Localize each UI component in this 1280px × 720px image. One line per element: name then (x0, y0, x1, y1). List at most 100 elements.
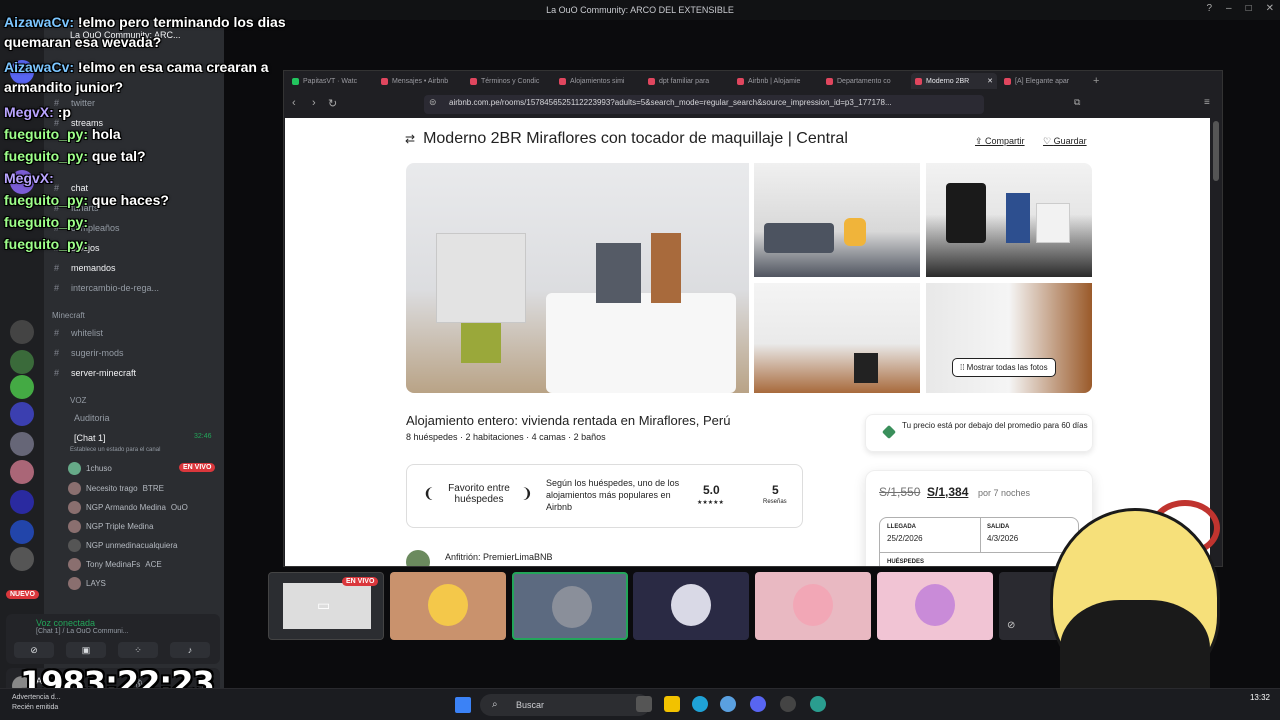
system-notification[interactable]: Advertencia d... Recién emitida (12, 693, 61, 713)
listing-subtitle: Alojamiento entero: vivienda rentada en … (406, 413, 731, 428)
server-icon[interactable] (10, 432, 34, 456)
voice-user[interactable]: LAYS (68, 577, 106, 590)
camera-off-icon[interactable]: ⊘ (14, 642, 54, 658)
checkin-value[interactable]: 25/2/2026 (887, 534, 923, 543)
url-bar: ‹ › ↻ ⊜ airbnb.com.pe/rooms/157845652511… (284, 93, 1222, 117)
server-icon[interactable] (10, 350, 34, 374)
voice-channel-chat1[interactable]: [Chat 1] (74, 433, 106, 443)
taskbar-search[interactable]: ⌕ Buscar (480, 694, 650, 716)
booking-card: S/1,550 S/1,384 por 7 noches LLEGADA 25/… (865, 470, 1093, 566)
save-button[interactable]: ♡ Guardar (1043, 136, 1087, 147)
avatar (552, 586, 592, 628)
tab-close-icon[interactable]: ✕ (987, 77, 993, 85)
show-all-photos-button[interactable]: ⁞⁞ Mostrar todas las fotos (952, 358, 1056, 377)
tab[interactable]: dpt familiar para (644, 73, 730, 89)
windows-start-icon[interactable] (455, 697, 471, 713)
server-icon[interactable] (10, 320, 34, 344)
reviews-count[interactable]: 5 (772, 483, 779, 497)
url-text[interactable]: airbnb.com.pe/rooms/1578456525112223993?… (449, 98, 892, 107)
activities-icon[interactable]: ⁘ (118, 642, 158, 658)
reviews-label[interactable]: Reseñas (763, 499, 787, 505)
tab[interactable]: Mensajes • Airbnb (377, 73, 463, 89)
forward-icon[interactable]: › (312, 97, 316, 109)
new-badge: NUEVO (6, 590, 39, 599)
tab[interactable]: Alojamientos simi (555, 73, 641, 89)
checkin-label: LLEGADA (887, 524, 916, 530)
server-icon[interactable] (10, 490, 34, 514)
translate-icon[interactable]: ⇄ (405, 132, 415, 146)
reload-icon[interactable]: ↻ (328, 97, 337, 110)
tab-active[interactable]: Moderno 2BR ✕ (911, 73, 997, 89)
back-icon[interactable]: ‹ (292, 97, 296, 109)
tab[interactable]: [A] Elegante apar (1000, 73, 1086, 89)
listing-photo[interactable] (926, 163, 1092, 277)
listing-photo[interactable] (754, 283, 920, 393)
tab[interactable]: Departamento co (822, 73, 908, 89)
discounted-price[interactable]: S/1,384 (927, 485, 968, 499)
browser-icon[interactable] (810, 696, 826, 712)
edge-icon[interactable] (692, 696, 708, 712)
voice-connected-panel: Voz conectada [Chat 1] / La OuO Communi.… (6, 614, 220, 664)
task-view-icon[interactable] (636, 696, 652, 712)
voice-connected-channel[interactable]: [Chat 1] / La OuO Communi... (36, 628, 129, 635)
voice-user[interactable]: NGP Armando Medina OuO (68, 501, 188, 514)
server-icon[interactable] (10, 402, 34, 426)
channel-whitelist[interactable]: # whitelist (54, 328, 103, 338)
server-icon[interactable] (10, 460, 34, 484)
server-icon[interactable] (10, 547, 34, 571)
site-info-icon[interactable]: ⊜ (429, 97, 437, 108)
menu-icon[interactable]: ≡ (1204, 97, 1210, 108)
server-icon[interactable] (10, 520, 34, 544)
voice-connected-title: Voz conectada (36, 618, 96, 628)
listing-photo-main[interactable] (406, 163, 749, 393)
obs-icon[interactable] (780, 696, 796, 712)
tab[interactable]: Airbnb | Alojamie (733, 73, 819, 89)
channel-server-minecraft[interactable]: # server-minecraft (54, 368, 136, 378)
rating-value: 5.0 (703, 483, 720, 497)
voice-status[interactable]: Establece un estado para el canal (70, 447, 160, 453)
help-icon[interactable]: ? (1206, 3, 1212, 14)
channel-intercambio[interactable]: # intercambio-de-rega... (54, 283, 159, 293)
chat-message: MegvX: :p (4, 104, 71, 120)
channel-sugerir-mods[interactable]: # sugerir-mods (54, 348, 124, 358)
voice-user[interactable]: Necesito trago BTRE (68, 482, 164, 495)
category-minecraft[interactable]: Minecraft (52, 311, 85, 320)
participant-tile[interactable] (877, 572, 993, 640)
tab[interactable]: PapitasVT · Watc (288, 73, 374, 89)
participant-tile[interactable] (633, 572, 749, 640)
host-avatar[interactable] (406, 550, 430, 566)
share-button[interactable]: ⇪ Compartir (975, 136, 1025, 147)
channel-memandos[interactable]: # memandos (54, 263, 116, 273)
voice-user[interactable]: NGP Triple Medina (68, 520, 153, 533)
listing-photo[interactable] (754, 163, 920, 277)
category-voz[interactable]: VOZ (70, 396, 86, 405)
app-icon[interactable] (720, 696, 736, 712)
maximize-icon[interactable]: □ (1246, 3, 1252, 14)
checkout-value[interactable]: 4/3/2026 (987, 534, 1018, 543)
extensions-icon[interactable]: ⧉ (1074, 97, 1080, 108)
date-picker[interactable]: LLEGADA 25/2/2026 SALIDA 4/3/2026 HUÉSPE… (879, 517, 1079, 566)
minimize-icon[interactable]: – (1226, 3, 1232, 14)
page-scrollbar[interactable] (1213, 121, 1219, 181)
close-icon[interactable]: ✕ (1266, 3, 1274, 14)
participant-tile[interactable] (755, 572, 871, 640)
live-badge: EN VIVO (179, 463, 216, 472)
participant-tile[interactable] (390, 572, 506, 640)
taskbar: ⌕ Buscar (0, 688, 1280, 720)
discord-icon[interactable] (750, 696, 766, 712)
file-explorer-icon[interactable] (664, 696, 680, 712)
tab[interactable]: Términos y Condic (466, 73, 552, 89)
soundboard-icon[interactable]: ♪ (170, 642, 210, 658)
voice-user[interactable]: Tony MedinaFs ACE (68, 558, 162, 571)
server-icon[interactable] (10, 375, 34, 399)
voice-channel-auditoria[interactable]: Auditoria (74, 413, 110, 423)
screen-share-icon[interactable]: ▣ (66, 642, 106, 658)
price-period: por 7 noches (978, 488, 1031, 498)
voice-user[interactable]: 1chuso (68, 462, 112, 475)
new-tab-icon[interactable]: + (1093, 75, 1099, 87)
guests-label[interactable]: HUÉSPEDES (887, 559, 924, 565)
taskbar-clock[interactable]: 13:32 (1250, 692, 1270, 703)
chat-message: fueguito_py: que haces? (4, 192, 169, 208)
participant-tile[interactable] (512, 572, 628, 640)
voice-user[interactable]: NGP unmedinacualquiera (68, 539, 177, 552)
